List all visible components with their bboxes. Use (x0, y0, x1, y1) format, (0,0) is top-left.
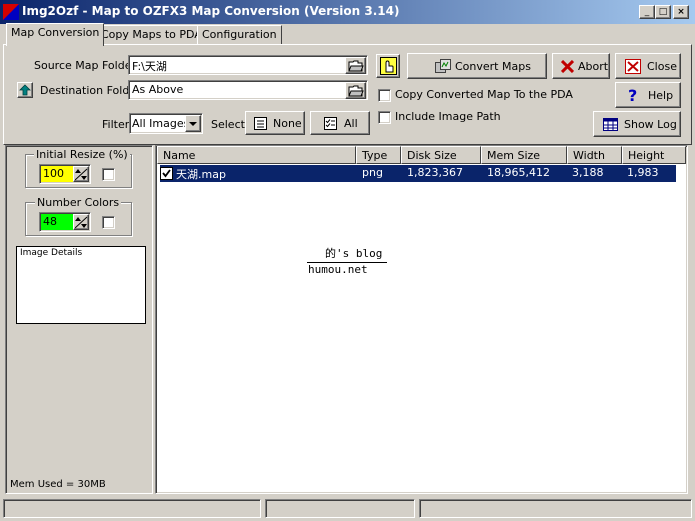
close-door-icon (625, 59, 641, 74)
column-header-name[interactable]: Name (157, 146, 356, 164)
select-none-button[interactable]: None (245, 111, 305, 135)
cell-disk-size: 1,823,367 (407, 166, 463, 179)
close-button[interactable]: Close (615, 53, 681, 79)
minimize-button[interactable]: _ (639, 5, 655, 19)
filter-label: Filter (102, 118, 130, 131)
status-pane-3 (419, 499, 692, 518)
select-all-button[interactable]: All (310, 111, 370, 135)
mem-used-label: Mem Used = 30MB (10, 479, 106, 490)
window-title: Img2Ozf - Map to OZFX3 Map Conversion (V… (22, 4, 400, 18)
select-label: Select (211, 118, 245, 131)
cell-type: png (362, 166, 383, 179)
x-mark-icon (561, 60, 574, 73)
select-all-icon (324, 117, 337, 130)
include-path-label: Include Image Path (395, 110, 501, 123)
convert-maps-icon (435, 59, 451, 73)
watermark-line-2: humou.net (308, 263, 368, 276)
convert-maps-label: Convert Maps (455, 60, 531, 73)
column-header-width[interactable]: Width (567, 146, 622, 164)
initial-resize-label: Initial Resize (%) (34, 148, 130, 161)
filter-dropdown-button[interactable] (185, 115, 201, 132)
tab-configuration[interactable]: Configuration (197, 25, 282, 45)
filter-select[interactable]: All Images (129, 113, 203, 134)
show-log-button[interactable]: Show Log (593, 111, 681, 137)
destination-folder-label: Destination Folder (40, 84, 141, 97)
initial-resize-value: 100 (43, 167, 64, 180)
column-header-height[interactable]: Height (622, 146, 686, 164)
copy-to-pda-checkbox[interactable] (378, 89, 391, 102)
app-icon (3, 4, 19, 20)
maximize-button[interactable]: □ (655, 5, 671, 19)
hand-tool-button[interactable] (376, 54, 400, 78)
column-header-type[interactable]: Type (356, 146, 401, 164)
number-colors-spinner[interactable] (73, 214, 89, 230)
arrow-up-icon (19, 84, 31, 96)
abort-label: Abort (578, 60, 609, 73)
folder-open-icon (348, 85, 364, 97)
cell-width: 3,188 (572, 166, 604, 179)
tab-copy-maps-to-pda[interactable]: Copy Maps to PDA (96, 25, 207, 45)
image-details-box: Image Details (16, 246, 146, 324)
source-folder-input[interactable]: F:\天湖 (128, 55, 368, 75)
row-checkbox[interactable] (160, 167, 173, 180)
destination-folder-input[interactable]: As Above (128, 80, 368, 100)
folder-open-icon (348, 60, 364, 72)
cell-mem-size: 18,965,412 (487, 166, 550, 179)
question-mark-icon: ? (628, 86, 638, 105)
include-path-checkbox[interactable] (378, 111, 391, 124)
file-list[interactable] (155, 145, 688, 494)
number-colors-label: Number Colors (35, 196, 122, 209)
tab-map-conversion[interactable]: Map Conversion (6, 23, 105, 46)
show-log-label: Show Log (624, 118, 677, 131)
table-row[interactable]: 天湖.map png 1,823,367 18,965,412 3,188 1,… (160, 165, 676, 182)
abort-button[interactable]: Abort (552, 53, 610, 79)
help-button[interactable]: ? Help (615, 82, 681, 108)
chevron-down-icon (189, 122, 197, 126)
cell-height: 1,983 (627, 166, 659, 179)
initial-resize-spinner[interactable] (73, 166, 89, 182)
checkmark-icon (162, 169, 171, 178)
status-pane-2 (265, 499, 415, 518)
browse-source-button[interactable] (345, 57, 366, 74)
number-colors-value: 48 (43, 215, 57, 228)
select-none-label: None (273, 117, 302, 130)
help-label: Help (648, 89, 674, 102)
source-folder-label: Source Map Folder (34, 59, 136, 72)
close-label: Close (647, 60, 677, 73)
initial-resize-checkbox[interactable] (102, 168, 115, 181)
number-colors-checkbox[interactable] (102, 216, 115, 229)
convert-maps-button[interactable]: Convert Maps (407, 53, 547, 79)
column-header-mem-size[interactable]: Mem Size (481, 146, 567, 164)
browse-destination-button[interactable] (345, 82, 366, 99)
log-table-icon (603, 118, 618, 131)
watermark-line-1: 的's blog (325, 247, 383, 260)
spinner-arrows-icon (75, 168, 88, 181)
spinner-arrows-icon (75, 216, 88, 229)
title-bar[interactable]: Img2Ozf - Map to OZFX3 Map Conversion (V… (0, 0, 695, 24)
go-up-button[interactable] (17, 82, 33, 98)
filter-select-value: All Images (132, 117, 190, 130)
column-header-disk-size[interactable]: Disk Size (401, 146, 481, 164)
image-details-label: Image Details (20, 248, 83, 258)
copy-to-pda-label: Copy Converted Map To the PDA (395, 88, 573, 101)
select-none-icon (254, 117, 267, 130)
cell-name: 天湖.map (176, 168, 226, 181)
hand-pointer-icon (380, 57, 397, 75)
status-pane-1 (3, 499, 261, 518)
select-all-label: All (344, 117, 358, 130)
close-window-button[interactable]: × (673, 5, 689, 19)
